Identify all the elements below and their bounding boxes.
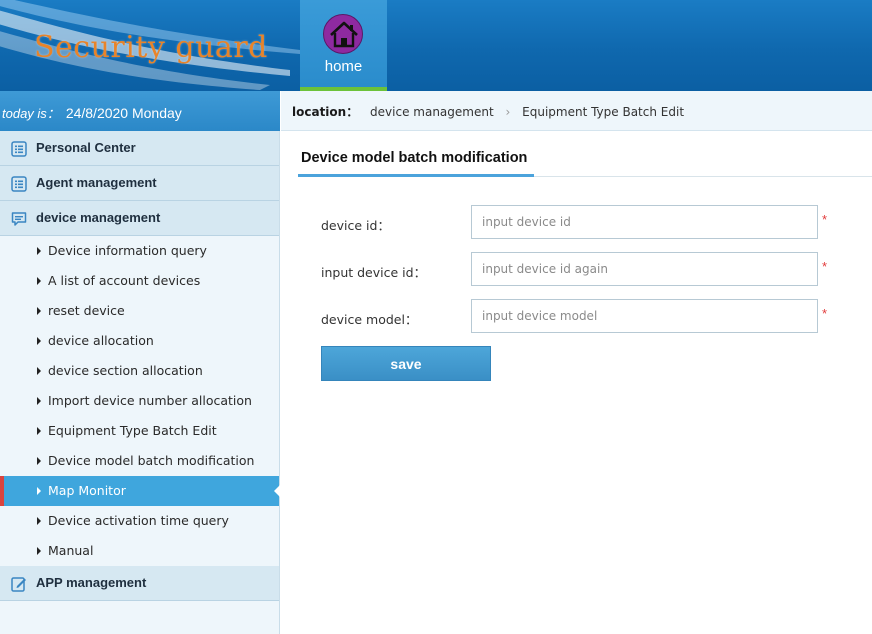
- breadcrumb-item-device-management[interactable]: device management: [370, 105, 494, 119]
- caret-right-icon: [37, 517, 41, 525]
- caret-right-icon: [37, 457, 41, 465]
- sidebar-item-device-section-allocation[interactable]: device section allocation: [0, 356, 279, 386]
- nav-home-label: home: [324, 58, 363, 75]
- save-button[interactable]: save: [321, 346, 491, 381]
- sidebar-section-agent-management[interactable]: Agent management: [0, 166, 279, 201]
- caret-right-icon: [37, 427, 41, 435]
- active-item-marker: [0, 476, 4, 506]
- brand-logo-text: Security guard: [34, 30, 268, 65]
- sidebar-item-equipment-type-batch-edit[interactable]: Equipment Type Batch Edit: [0, 416, 279, 446]
- caret-right-icon: [37, 367, 41, 375]
- sidebar-section-label: Personal Center: [36, 140, 136, 155]
- active-item-notch: [274, 485, 280, 497]
- sidebar-item-label: device section allocation: [48, 363, 203, 378]
- sidebar-item-label: Manual: [48, 543, 94, 558]
- sidebar-item-reset-device[interactable]: reset device: [0, 296, 279, 326]
- caret-right-icon: [37, 487, 41, 495]
- sidebar-item-label: Device information query: [48, 243, 207, 258]
- sidebar-section-personal-center[interactable]: Personal Center: [0, 131, 279, 166]
- date-value: 24/8/2020 Monday: [65, 105, 182, 121]
- caret-right-icon: [37, 247, 41, 255]
- device-model-label: device model：: [321, 312, 418, 327]
- sidebar-item-import-device-number-allocation[interactable]: Import device number allocation: [0, 386, 279, 416]
- sidebar-item-label: A list of account devices: [48, 273, 201, 288]
- sidebar-item-account-devices[interactable]: A list of account devices: [0, 266, 279, 296]
- sidebar-item-map-monitor[interactable]: Map Monitor: [0, 476, 280, 506]
- device-id-label: device id：: [321, 218, 390, 233]
- date-bar: today is： 24/8/2020 Monday: [0, 91, 280, 131]
- sidebar-section-label: device management: [36, 210, 161, 225]
- page-title: Device model batch modification: [301, 150, 528, 166]
- edit-icon: [11, 577, 26, 592]
- sidebar-item-label: Device model batch modification: [48, 453, 255, 468]
- sidebar-section-app-management[interactable]: APP management: [0, 566, 279, 601]
- sidebar-item-device-activation-time-query[interactable]: Device activation time query: [0, 506, 279, 536]
- breadcrumb-separator-icon: ›: [505, 105, 511, 119]
- required-asterisk: *: [822, 259, 828, 274]
- top-header: Security guard home: [0, 0, 872, 91]
- sidebar-section-device-management[interactable]: device management: [0, 201, 279, 236]
- home-icon: [323, 14, 363, 54]
- confirm-device-id-input[interactable]: [471, 252, 818, 286]
- confirm-device-id-label: input device id：: [321, 265, 427, 280]
- caret-right-icon: [37, 277, 41, 285]
- breadcrumb-item-current: Equipment Type Batch Edit: [522, 105, 685, 119]
- date-prefix: today is：: [2, 106, 60, 121]
- sidebar-item-label: Device activation time query: [48, 513, 229, 528]
- sidebar-item-device-allocation[interactable]: device allocation: [0, 326, 279, 356]
- sidebar-item-device-model-batch-modification[interactable]: Device model batch modification: [0, 446, 279, 476]
- caret-right-icon: [37, 307, 41, 315]
- sidebar-item-manual[interactable]: Manual: [0, 536, 279, 566]
- breadcrumb: location： device management › Equipment …: [281, 91, 872, 131]
- caret-right-icon: [37, 337, 41, 345]
- sidebar-item-device-information-query[interactable]: Device information query: [0, 236, 279, 266]
- chat-icon: [11, 212, 27, 226]
- breadcrumb-label: location：: [292, 105, 359, 119]
- caret-right-icon: [37, 547, 41, 555]
- device-id-input[interactable]: [471, 205, 818, 239]
- nav-home-tab[interactable]: home: [300, 0, 387, 91]
- required-asterisk: *: [822, 306, 828, 321]
- list-icon: [11, 176, 27, 192]
- sidebar-item-label: Equipment Type Batch Edit: [48, 423, 217, 438]
- sidebar-item-label: device allocation: [48, 333, 154, 348]
- sidebar-item-label: reset device: [48, 303, 125, 318]
- sidebar-section-label: APP management: [36, 575, 147, 590]
- caret-right-icon: [37, 397, 41, 405]
- required-asterisk: *: [822, 212, 828, 227]
- sidebar: Personal Center Agent management device …: [0, 131, 280, 634]
- list-icon: [11, 141, 27, 157]
- device-model-input[interactable]: [471, 299, 818, 333]
- sidebar-item-label: Import device number allocation: [48, 393, 252, 408]
- sidebar-item-label: Map Monitor: [48, 483, 126, 498]
- sidebar-section-label: Agent management: [36, 175, 157, 190]
- title-accent-bar: [298, 174, 534, 177]
